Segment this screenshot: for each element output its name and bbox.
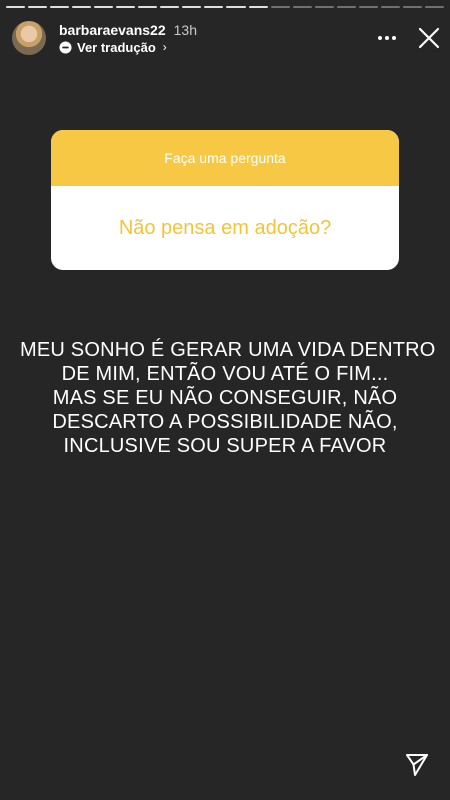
answer-line: MAS SE EU NÃO CONSEGUIR, NÃO <box>52 387 398 409</box>
progress-segment <box>270 6 290 8</box>
progress-segment <box>226 6 246 8</box>
progress-segment <box>358 6 378 8</box>
close-icon[interactable] <box>418 27 440 49</box>
question-text: Não pensa em adoção? <box>118 216 332 239</box>
progress-segment <box>50 6 70 8</box>
answer-line: MEU SONHO É GERAR UMA VIDA DENTRO <box>20 339 436 361</box>
timestamp: 13h <box>173 21 197 38</box>
answer-text: MEU SONHO É GERAR UMA VIDA DENTRO DE MIM… <box>20 338 436 458</box>
progress-segment <box>314 6 334 8</box>
progress-segment <box>336 6 356 8</box>
answer-line: DE MIM, ENTÃO VOU ATÉ O FIM... <box>61 363 389 385</box>
progress-segment <box>402 6 422 8</box>
more-icon[interactable] <box>378 28 396 48</box>
progress-segment <box>182 6 202 8</box>
story-header: barbaraevans22 13h Ver tradução › <box>12 16 440 60</box>
progress-segment <box>248 6 268 8</box>
progress-segment <box>138 6 158 8</box>
progress-segment <box>424 6 444 8</box>
progress-segment <box>160 6 180 8</box>
progress-segment <box>94 6 114 8</box>
story-progress-bar <box>6 6 444 8</box>
progress-segment <box>6 6 26 8</box>
translate-icon <box>59 40 72 54</box>
question-sticker-body: Não pensa em adoção? <box>51 186 399 270</box>
answer-line: DESCARTO A POSSIBILIDADE NÃO, <box>52 411 398 433</box>
translate-label: Ver tradução <box>77 39 156 55</box>
progress-segment <box>116 6 136 8</box>
progress-segment <box>292 6 312 8</box>
question-sticker[interactable]: Faça uma pergunta Não pensa em adoção? <box>51 130 399 270</box>
question-sticker-title: Faça uma pergunta <box>164 150 286 166</box>
progress-segment <box>28 6 48 8</box>
send-icon[interactable] <box>404 752 430 778</box>
translate-link[interactable]: Ver tradução › <box>59 40 197 55</box>
progress-segment <box>72 6 92 8</box>
answer-line: INCLUSIVE SOU SUPER A FAVOR <box>63 435 387 457</box>
story-meta: barbaraevans22 13h Ver tradução › <box>59 22 197 55</box>
username[interactable]: barbaraevans22 <box>59 22 166 38</box>
progress-segment <box>380 6 400 8</box>
question-sticker-header: Faça uma pergunta <box>51 130 399 186</box>
progress-segment <box>204 6 224 8</box>
avatar[interactable] <box>12 21 46 55</box>
chevron-right-icon: › <box>162 40 167 54</box>
